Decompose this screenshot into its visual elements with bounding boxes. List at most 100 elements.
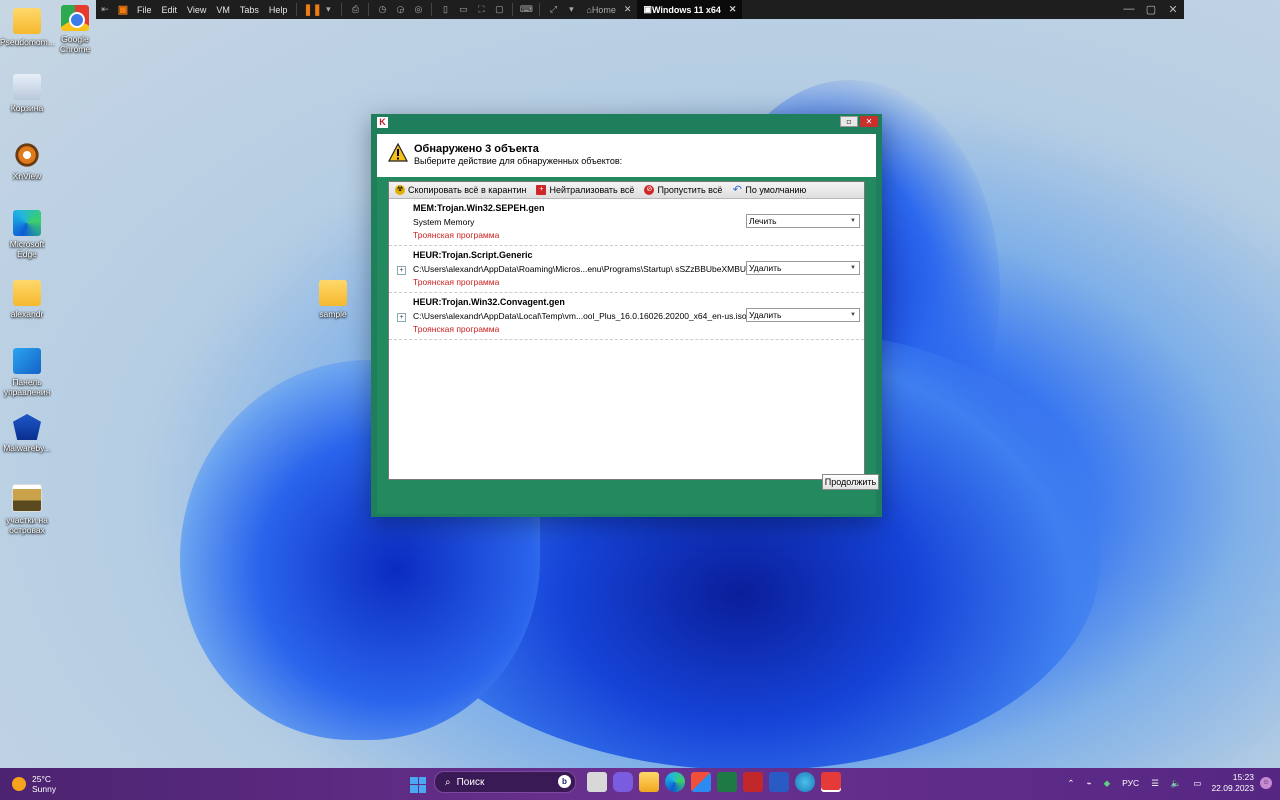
vm-toolbar: ⇤ ▣ File Edit View VM Tabs Help ❚❚ ▾ ⎙ ◷… bbox=[96, 0, 1184, 19]
detection-dialog: K ▫ ✕ Обнаружено 3 объекта Выберите дейс… bbox=[371, 114, 882, 517]
default-button[interactable]: ↶ По умолчанию bbox=[732, 185, 806, 196]
edge-icon bbox=[13, 210, 41, 236]
action-select-value: Лечить bbox=[749, 216, 777, 226]
action-select[interactable]: Лечить ▼ bbox=[746, 214, 860, 228]
maximize-icon[interactable]: ▢ bbox=[1140, 3, 1162, 16]
edge-icon[interactable] bbox=[665, 772, 685, 792]
menu-help[interactable]: Help bbox=[269, 5, 288, 15]
desktop-icon[interactable]: XnView bbox=[0, 142, 54, 181]
notification-icon[interactable]: ☺ bbox=[1260, 777, 1272, 789]
desktop-icon[interactable]: участки на островах bbox=[0, 484, 54, 535]
clock-date: 22.09.2023 bbox=[1211, 783, 1254, 793]
desktop-icon[interactable]: Malwareby... bbox=[0, 414, 54, 453]
unity-icon[interactable]: ▢ bbox=[492, 4, 506, 15]
clock[interactable]: 15:23 22.09.2023 bbox=[1211, 772, 1254, 794]
folder-icon bbox=[319, 280, 347, 306]
sidebar-icon[interactable]: ▯ bbox=[438, 4, 452, 15]
excel-icon[interactable] bbox=[717, 772, 737, 792]
neutralize-all-button[interactable]: + Нейтрализовать всё bbox=[536, 185, 634, 195]
desktop-icon-label: Корзина bbox=[10, 103, 44, 113]
expand-icon[interactable]: + bbox=[397, 266, 406, 275]
dialog-titlebar[interactable]: K ▫ ✕ bbox=[371, 114, 882, 130]
menu-edit[interactable]: Edit bbox=[162, 5, 178, 15]
store-icon[interactable] bbox=[691, 772, 711, 792]
volume-icon[interactable]: 🔈 bbox=[1171, 778, 1182, 789]
warning-icon bbox=[388, 143, 408, 162]
word-icon[interactable] bbox=[769, 772, 789, 792]
acrobat-icon[interactable] bbox=[743, 772, 763, 792]
network-globe-icon[interactable] bbox=[795, 772, 815, 792]
close-icon[interactable]: ✕ bbox=[860, 116, 878, 127]
wifi-icon[interactable]: ☰ bbox=[1151, 778, 1159, 789]
desktop-icon[interactable]: Microsoft Edge bbox=[0, 210, 54, 259]
separator bbox=[368, 3, 370, 16]
close-icon[interactable]: ✕ bbox=[729, 4, 737, 15]
desktop-icon[interactable]: Google Chrome bbox=[48, 5, 102, 54]
desktop-icon[interactable]: sample bbox=[306, 280, 360, 319]
dialog-window-controls: ▫ ✕ bbox=[840, 116, 878, 127]
sun-icon bbox=[12, 777, 26, 791]
network-icon[interactable]: ⌁ bbox=[1087, 778, 1092, 789]
desktop-icon[interactable]: Корзина bbox=[0, 74, 54, 113]
dropdown-arrow-icon[interactable]: ▾ bbox=[321, 4, 335, 15]
taskbar-search[interactable]: ⌕ Поиск b bbox=[434, 771, 576, 793]
vm-icon: ▣ bbox=[643, 4, 652, 14]
chevron-up-icon[interactable]: ⌃ bbox=[1067, 778, 1074, 789]
detection-item: MEM:Trojan.Win32.SEPEH.gen System Memory… bbox=[389, 199, 864, 246]
battery-icon[interactable]: ▭ bbox=[1193, 778, 1201, 789]
folder-icon bbox=[13, 8, 41, 34]
snapshot-manager-icon[interactable]: ◎ bbox=[411, 4, 425, 15]
separator bbox=[512, 3, 514, 16]
pause-icon[interactable]: ❚❚ bbox=[303, 3, 321, 16]
skip-all-button[interactable]: ⊘ Пропустить всё bbox=[644, 185, 722, 195]
desktop-icon-label: sample bbox=[319, 309, 347, 319]
dropdown-arrow-icon[interactable]: ▾ bbox=[564, 4, 578, 15]
desktop-icon[interactable]: Pseudomom... bbox=[0, 8, 55, 47]
file-explorer-icon[interactable] bbox=[639, 772, 659, 792]
tab-windows-11[interactable]: ▣ Windows 11 x64 ✕ bbox=[637, 0, 743, 19]
fullscreen-icon[interactable]: ⛶ bbox=[474, 4, 488, 15]
threat-path: C:\Users\alexandr\AppData\Roaming\Micros… bbox=[413, 264, 748, 274]
menu-file[interactable]: File bbox=[137, 5, 152, 15]
weather-widget[interactable]: 25°C Sunny bbox=[12, 774, 56, 794]
threat-name: MEM:Trojan.Win32.SEPEH.gen bbox=[413, 203, 545, 213]
chat-icon[interactable] bbox=[613, 772, 633, 792]
close-icon[interactable]: ✕ bbox=[624, 4, 632, 15]
stretch-icon[interactable]: ⤢ bbox=[546, 4, 560, 15]
bing-icon[interactable]: b bbox=[558, 775, 571, 788]
actions-toolbar: ☢ Скопировать всё в карантин + Нейтрализ… bbox=[389, 182, 864, 199]
tab-home[interactable]: ⌂ Home ✕ bbox=[580, 0, 637, 19]
kaspersky-tray-icon[interactable]: ◆ bbox=[1104, 778, 1111, 789]
menu-view[interactable]: View bbox=[187, 5, 206, 15]
action-label: Скопировать всё в карантин bbox=[408, 185, 527, 195]
kaspersky-icon[interactable] bbox=[821, 772, 841, 792]
input-language[interactable]: РУС bbox=[1122, 778, 1139, 788]
restore-icon[interactable]: ▫ bbox=[840, 116, 858, 127]
continue-button[interactable]: Продолжить bbox=[822, 474, 879, 490]
menu-tabs[interactable]: Tabs bbox=[240, 5, 259, 15]
close-icon[interactable]: ✕ bbox=[1162, 3, 1184, 16]
action-select[interactable]: Удалить ▼ bbox=[746, 261, 860, 275]
detections-panel: ☢ Скопировать всё в карантин + Нейтрализ… bbox=[388, 181, 865, 480]
desktop-icon-label: участки на островах bbox=[6, 515, 48, 535]
weather-desc: Sunny bbox=[32, 784, 57, 794]
minimize-icon[interactable]: — bbox=[1118, 3, 1140, 16]
desktop-icon-label: Microsoft Edge bbox=[9, 239, 45, 259]
desktop-icon[interactable]: alexandr bbox=[0, 280, 54, 319]
chrome-icon bbox=[61, 5, 89, 31]
task-view-icon[interactable] bbox=[587, 772, 607, 792]
send-keys-icon[interactable]: ⎙ bbox=[348, 4, 362, 15]
revert-snapshot-icon[interactable]: ◶ bbox=[393, 4, 407, 15]
system-tray: ⌃ ⌁ ◆ РУС ☰ 🔈 ▭ 15:23 22.09.2023 ☺ bbox=[1061, 772, 1272, 794]
desktop-icon[interactable]: Панель управления bbox=[0, 348, 54, 397]
console-view-icon[interactable]: ▭ bbox=[456, 4, 470, 15]
expand-icon[interactable]: + bbox=[397, 313, 406, 322]
action-select[interactable]: Удалить ▼ bbox=[746, 308, 860, 322]
menu-vm[interactable]: VM bbox=[216, 5, 230, 15]
quarantine-all-button[interactable]: ☢ Скопировать всё в карантин bbox=[395, 185, 526, 195]
terminal-icon[interactable]: ⌨ bbox=[519, 4, 533, 15]
windows-start-icon[interactable] bbox=[410, 776, 426, 793]
desktop-icon-label: XnView bbox=[12, 171, 42, 181]
snapshot-icon[interactable]: ◷ bbox=[375, 4, 389, 15]
threat-type: Троянская программа bbox=[413, 230, 500, 240]
